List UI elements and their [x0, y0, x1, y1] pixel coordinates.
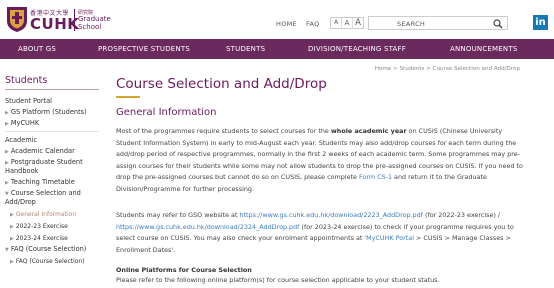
cuhk-gs-logo[interactable]: 香港中文大學 CUHK 研究院 Graduate School: [6, 6, 126, 34]
chevron-down-icon: ▼: [5, 191, 9, 197]
chevron-right-icon: ▶: [5, 110, 9, 116]
gso-website-paragraph: Students may refer to GSO website at htt…: [116, 210, 524, 256]
sidebar-item-label: Academic Calendar: [10, 147, 75, 155]
chevron-right-icon: ▶: [10, 236, 14, 242]
sidebar-subitem-general-information[interactable]: ▶ General Information: [10, 210, 76, 220]
sidebar-item-label: Teaching Timetable: [10, 178, 75, 186]
sidebar-item-label: MyCUHK: [10, 119, 40, 127]
sidebar-item-label: Course Selection and: [10, 189, 81, 197]
logo-cuhk-text: CUHK: [30, 15, 80, 33]
addrop-2324-link[interactable]: https://www.gs.cuhk.edu.hk/download/2324…: [116, 223, 299, 231]
main-nav: ABOUT GS PROSPECTIVE STUDENTS STUDENTS D…: [0, 39, 554, 59]
form-cs1-link[interactable]: Form CS-1: [359, 173, 392, 181]
nav-announcements[interactable]: ANNOUNCEMENTS: [450, 39, 517, 59]
online-platforms-description: Please refer to the following online pla…: [116, 276, 440, 284]
chevron-right-icon: ▶: [5, 160, 9, 166]
sidebar-item-faq-course-selection[interactable]: ▼ FAQ (Course Selection): [5, 245, 86, 255]
sidebar-item-gs-platform[interactable]: ▶ GS Platform (Students): [5, 108, 87, 118]
nav-students[interactable]: STUDENTS: [226, 39, 265, 59]
chevron-right-icon: ▶: [10, 259, 14, 265]
para1-text-1: Most of the programmes require students …: [116, 127, 331, 135]
addrop-2223-link[interactable]: https://www.gs.cuhk.edu.hk/download/2223…: [240, 211, 423, 219]
sidebar-item-pg-handbook-line2[interactable]: Handbook: [5, 167, 38, 176]
faq-link[interactable]: FAQ: [306, 20, 320, 28]
nav-prospective-students[interactable]: PROSPECTIVE STUDENTS: [98, 39, 190, 59]
sidebar-item-label: 2022-23 Exercise: [15, 223, 68, 230]
sidebar-item-label: GS Platform (Students): [10, 108, 87, 116]
mycuhk-portal-link[interactable]: 'MyCUHK Portal: [364, 234, 414, 242]
section-title: General Information: [116, 107, 217, 118]
sidebar-item-label: FAQ (Course Selection): [10, 245, 87, 253]
sidebar-subitem-2023-24[interactable]: ▶ 2023-24 Exercise: [10, 234, 68, 244]
sidebar-title-underline: [5, 89, 99, 90]
sidebar-item-course-selection-line2[interactable]: Add/Drop: [5, 198, 36, 207]
sidebar-divider: [5, 131, 99, 132]
search-input[interactable]: SEARCH: [397, 20, 425, 28]
sidebar-item-label: Postgraduate Student: [10, 158, 83, 166]
page-title: Course Selection and Add/Drop: [116, 76, 327, 92]
sidebar-item-academic-calendar[interactable]: ▶ Academic Calendar: [5, 147, 75, 157]
chevron-right-icon: ▶: [5, 121, 9, 127]
font-size-small-button[interactable]: A: [331, 18, 342, 28]
font-size-switcher: A A A: [330, 17, 364, 29]
chevron-right-icon: ▶: [10, 212, 14, 218]
title-accent-bar: [116, 96, 140, 98]
sidebar-item-mycuhk[interactable]: ▶ MyCUHK: [5, 119, 39, 129]
font-size-large-button[interactable]: A: [353, 18, 363, 28]
search-box[interactable]: SEARCH: [368, 16, 508, 30]
chevron-right-icon: ▶: [10, 224, 14, 230]
chevron-right-icon: ▶: [5, 180, 9, 186]
nav-about-gs[interactable]: ABOUT GS: [18, 39, 56, 59]
logo-gs-line1: Graduate: [78, 15, 111, 23]
breadcrumb[interactable]: Home > Students > Course Selection and A…: [375, 66, 520, 72]
sidebar-item-student-portal: Student Portal: [5, 97, 52, 105]
sidebar-subitem-faq-course-selection[interactable]: ▶ FAQ (Course Selection): [10, 257, 85, 267]
general-info-paragraph: Most of the programmes require students …: [116, 126, 524, 195]
chevron-right-icon: ▶: [5, 149, 9, 155]
sidebar-item-teaching-timetable[interactable]: ▶ Teaching Timetable: [5, 178, 75, 188]
cuhk-crest-icon: [7, 7, 27, 32]
site-header: 香港中文大學 CUHK 研究院 Graduate School HOME FAQ…: [0, 0, 554, 39]
logo-gs-line2: School: [78, 23, 102, 31]
logo-graduate-school-text: Graduate School: [78, 15, 111, 31]
chevron-down-icon: ▼: [5, 247, 9, 253]
search-icon[interactable]: [493, 19, 503, 29]
nav-division-teaching-staff[interactable]: DIVISION/TEACHING STAFF: [308, 39, 406, 59]
sidebar-item-label: FAQ (Course Selection): [15, 258, 85, 265]
logo-divider: [74, 9, 75, 31]
sidebar-item-label: 2023-24 Exercise: [15, 235, 68, 242]
linkedin-icon[interactable]: in: [533, 15, 548, 30]
home-link[interactable]: HOME: [276, 20, 297, 28]
font-size-medium-button[interactable]: A: [342, 18, 353, 28]
para2-text-1: Students may refer to GSO website at: [116, 211, 240, 219]
sidebar-title: Students: [5, 75, 48, 86]
para1-bold-text: whole academic year: [330, 127, 407, 135]
para2-text-2: (for 2022-23 exercise) /: [422, 211, 501, 219]
online-platforms-heading: Online Platforms for Course Selection: [116, 266, 252, 274]
sidebar-subitem-2022-23[interactable]: ▶ 2022-23 Exercise: [10, 222, 68, 232]
sidebar-item-academic: Academic: [5, 136, 38, 144]
sidebar-item-label: General Information: [15, 211, 77, 218]
